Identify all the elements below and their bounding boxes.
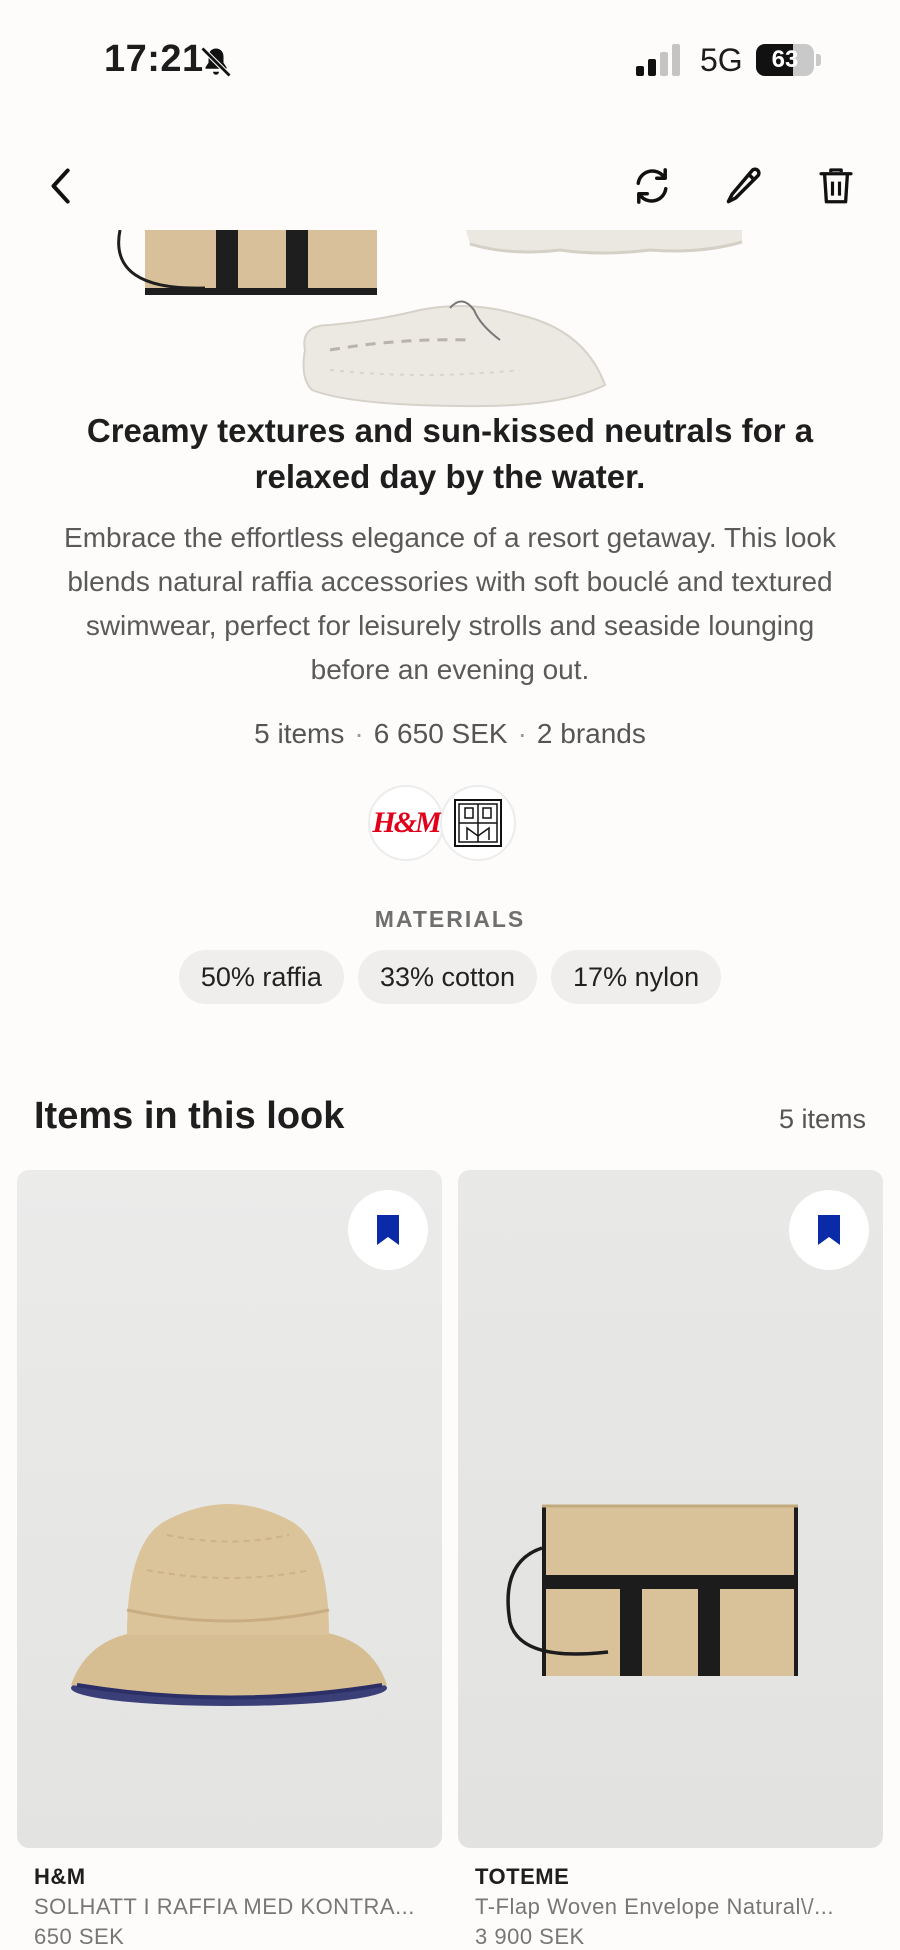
hm-logo: H&M — [372, 806, 441, 839]
look-stats: 5 items · 6 650 SEK · 2 brands — [100, 718, 800, 750]
collage-shoe — [302, 300, 607, 408]
status-time: 17:21 — [104, 38, 204, 80]
raffia-envelope-bag-image — [506, 1504, 798, 1676]
collage-bag — [117, 230, 377, 295]
bookmark-icon — [377, 1215, 399, 1245]
trash-icon — [819, 168, 853, 204]
product-image-hat[interactable] — [17, 1170, 442, 1848]
product-card[interactable]: TOTEME T-Flap Woven Envelope Natural\/..… — [458, 1170, 883, 1950]
look-description: Embrace the effortless elegance of a res… — [64, 522, 836, 685]
total-price: 6 650 SEK — [373, 718, 508, 749]
product-price: 3 900 SEK — [475, 1924, 585, 1949]
product-name[interactable]: T-Flap Woven Envelope Natural\/... — [475, 1894, 883, 1920]
materials-heading: MATERIALS — [374, 906, 526, 932]
materials-chips: 50% raffia 33% cotton 17% nylon — [0, 950, 900, 1004]
back-button[interactable] — [30, 154, 94, 218]
item-count: 5 items — [254, 718, 345, 749]
look-collage-image — [117, 230, 743, 408]
edit-button[interactable] — [712, 154, 776, 218]
raffia-hat-image — [71, 1504, 387, 1706]
items-section-heading: Items in this look — [34, 1095, 345, 1137]
brand-logo-hm[interactable]: H&M — [368, 785, 444, 861]
separator: · — [517, 718, 527, 749]
battery-indicator: 63 — [756, 44, 822, 76]
refresh-icon — [636, 168, 668, 204]
bookmark-icon — [818, 1215, 840, 1245]
material-chip-raffia: 50% raffia — [178, 950, 344, 1004]
bookmark-button[interactable] — [789, 1190, 869, 1270]
refresh-button[interactable] — [620, 154, 684, 218]
product-brand: H&M — [34, 1864, 86, 1889]
toteme-logo — [454, 799, 502, 847]
material-chip-nylon: 17% nylon — [551, 950, 722, 1004]
signal-icon — [636, 44, 680, 76]
network-type: 5G — [700, 42, 743, 78]
product-card[interactable]: H&M SOLHATT I RAFFIA MED KONTRA... 650 S… — [17, 1170, 442, 1950]
product-brand: TOTEME — [475, 1864, 570, 1889]
bookmark-button[interactable] — [348, 1190, 428, 1270]
product-image-bag[interactable] — [458, 1170, 883, 1848]
separator: · — [354, 718, 364, 749]
brand-logo-toteme[interactable] — [440, 785, 516, 861]
items-section-count: 5 items — [778, 1104, 866, 1134]
delete-button[interactable] — [804, 154, 868, 218]
brand-count: 2 brands — [536, 718, 646, 749]
product-name[interactable]: SOLHATT I RAFFIA MED KONTRA... — [34, 1894, 442, 1920]
bell-muted-icon — [200, 46, 232, 78]
pencil-icon — [726, 167, 761, 204]
look-title: Creamy textures and sun-kissed neutrals … — [86, 412, 814, 495]
battery-level: 63 — [771, 46, 799, 73]
product-price: 650 SEK — [34, 1924, 125, 1949]
chevron-left-icon — [51, 168, 70, 204]
material-chip-cotton: 33% cotton — [357, 950, 538, 1004]
collage-swimwear — [466, 230, 743, 255]
